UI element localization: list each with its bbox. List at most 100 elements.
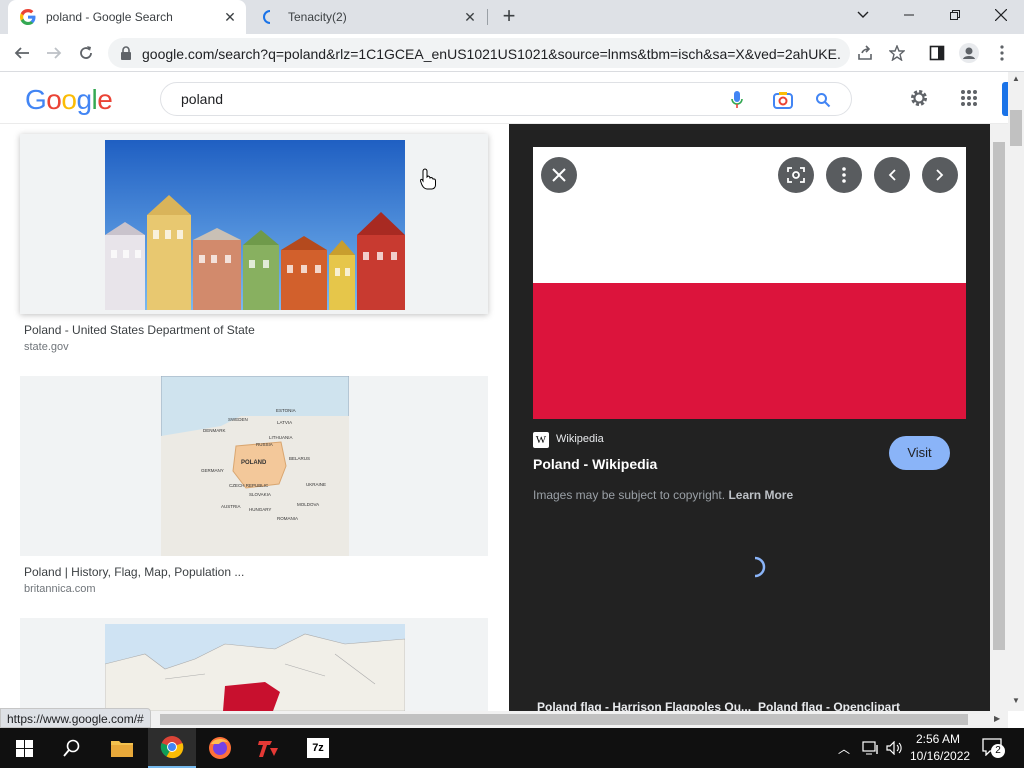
search-box[interactable]: poland (160, 82, 852, 116)
network-icon[interactable] (862, 741, 880, 755)
lens-camera-icon[interactable] (773, 91, 793, 109)
tab-close-icon[interactable]: ✕ (222, 9, 238, 25)
tab-tenacity[interactable]: Tenacity(2) ✕ (250, 0, 486, 34)
map-label-russia: RUSSIA (256, 442, 273, 447)
close-icon (552, 168, 566, 182)
chrome-menu-button[interactable] (990, 41, 1014, 65)
poland-map-image[interactable]: ESTONIA SWEDEN LATVIA DENMARK LITHUANIA … (161, 376, 349, 556)
previous-image-button[interactable] (874, 157, 910, 193)
scroll-down-arrow-icon[interactable]: ▼ (1012, 696, 1020, 705)
taskbar-chrome[interactable] (148, 728, 196, 768)
taskbar-firefox[interactable] (196, 728, 244, 768)
google-header: Google poland (0, 72, 1008, 124)
result-title[interactable]: Poland - United States Department of Sta… (24, 323, 255, 337)
scrollbar-thumb[interactable] (993, 142, 1005, 650)
share-button[interactable] (853, 41, 877, 65)
map-label-hungary: HUNGARY (249, 507, 271, 512)
image-result-card[interactable]: Poland - United States Department of Sta… (20, 134, 488, 356)
browser-toolbar: google.com/search?q=poland&rlz=1C1GCEA_e… (0, 34, 1024, 72)
start-button[interactable] (0, 728, 48, 768)
search-icon[interactable] (815, 92, 831, 108)
copyright-text: Images may be subject to copyright. (533, 488, 726, 502)
scrollbar-thumb[interactable] (160, 714, 968, 725)
apps-button[interactable] (960, 89, 978, 112)
preview-scrollbar[interactable] (990, 124, 1008, 711)
lens-search-button[interactable] (778, 157, 814, 193)
europe-map-image[interactable] (105, 624, 405, 711)
microphone-icon[interactable] (731, 91, 743, 109)
new-tab-button[interactable]: + (498, 5, 520, 27)
image-result-card[interactable] (20, 618, 488, 711)
search-input[interactable]: poland (181, 91, 223, 107)
back-button[interactable] (10, 41, 34, 65)
image-preview-panel: W Wikipedia Poland - Wikipedia Visit Ima… (509, 124, 990, 714)
search-icon (63, 739, 80, 757)
scrollbar-thumb[interactable] (1010, 110, 1022, 146)
gear-icon (911, 90, 927, 106)
learn-more-link[interactable]: Learn More (728, 488, 793, 502)
map-label-czech: CZECH REPUBLIC (229, 483, 269, 488)
google-favicon-icon (20, 9, 36, 25)
tab-search-button[interactable] (840, 0, 886, 30)
profile-button[interactable] (957, 41, 981, 65)
minimize-button[interactable] (886, 0, 932, 30)
more-options-button[interactable] (826, 157, 862, 193)
visit-button[interactable]: Visit (889, 436, 950, 470)
scroll-right-arrow-icon[interactable]: ▶ (994, 714, 1000, 723)
close-window-button[interactable] (978, 0, 1024, 30)
result-source[interactable]: state.gov (24, 341, 69, 353)
restore-icon (950, 10, 960, 20)
scroll-up-arrow-icon[interactable]: ▲ (1012, 74, 1020, 83)
map-label-ukraine: UKRAINE (306, 482, 326, 487)
map-label-slovakia: SLOVAKIA (249, 492, 271, 497)
taskbar-tenacity[interactable] (244, 728, 292, 768)
image-thumbnail-frame[interactable]: ESTONIA SWEDEN LATVIA DENMARK LITHUANIA … (20, 376, 488, 556)
7zip-icon: 7z (307, 738, 329, 758)
tab-close-icon[interactable]: ✕ (462, 9, 478, 25)
share-icon (858, 45, 872, 60)
map-label-sweden: SWEDEN (228, 417, 248, 422)
address-bar[interactable]: google.com/search?q=poland&rlz=1C1GCEA_e… (108, 38, 850, 68)
bookmark-button[interactable] (885, 41, 909, 65)
tab-title: poland - Google Search (46, 10, 173, 24)
horizontal-scrollbar[interactable]: ▶ (0, 711, 1008, 728)
copyright-notice: Images may be subject to copyright. Lear… (533, 488, 793, 502)
taskbar-search-button[interactable] (48, 728, 96, 768)
restore-button[interactable] (932, 0, 978, 30)
image-thumbnail-frame[interactable] (20, 618, 488, 711)
tray-overflow-chevron-icon[interactable]: ︿ (838, 740, 850, 757)
taskbar-file-explorer[interactable] (98, 728, 146, 768)
map-label-austria: AUSTRIA (221, 504, 241, 509)
close-preview-button[interactable] (541, 157, 577, 193)
next-image-button[interactable] (922, 157, 958, 193)
taskbar-7zip[interactable]: 7z (294, 728, 342, 768)
forward-button[interactable] (42, 41, 66, 65)
clock-time[interactable]: 2:56 AM (916, 732, 960, 746)
chevron-left-icon (888, 169, 896, 181)
minimize-icon (904, 14, 914, 16)
map-label-estonia: ESTONIA (276, 408, 296, 413)
star-icon (889, 45, 905, 61)
tab-google-search[interactable]: poland - Google Search ✕ (8, 0, 246, 34)
result-title[interactable]: Poland | History, Flag, Map, Population … (24, 565, 244, 579)
preview-title[interactable]: Poland - Wikipedia (533, 456, 657, 472)
map-label-lithuania: LITHUANIA (269, 435, 293, 440)
settings-button[interactable] (908, 87, 930, 114)
firefox-icon (209, 737, 231, 759)
loading-spinner-icon (263, 10, 271, 24)
image-thumbnail-frame[interactable] (20, 134, 488, 314)
google-logo[interactable]: Google (25, 84, 113, 116)
action-center-button[interactable]: 2 (982, 738, 1005, 761)
volume-icon[interactable] (886, 741, 902, 755)
reload-button[interactable] (74, 41, 98, 65)
tab-title: Tenacity(2) (288, 10, 347, 24)
result-source[interactable]: britannica.com (24, 583, 96, 595)
preview-site-name[interactable]: Wikipedia (556, 433, 604, 445)
flag-red-stripe[interactable] (533, 283, 966, 419)
page-scrollbar[interactable]: ▲ ▼ (1008, 72, 1024, 711)
status-bar-url: https://www.google.com/# (0, 708, 151, 728)
clock-date[interactable]: 10/16/2022 (910, 749, 970, 763)
side-panel-button[interactable] (925, 41, 949, 65)
wroclaw-houses-image[interactable] (105, 140, 405, 310)
image-result-card[interactable]: ESTONIA SWEDEN LATVIA DENMARK LITHUANIA … (20, 376, 488, 598)
